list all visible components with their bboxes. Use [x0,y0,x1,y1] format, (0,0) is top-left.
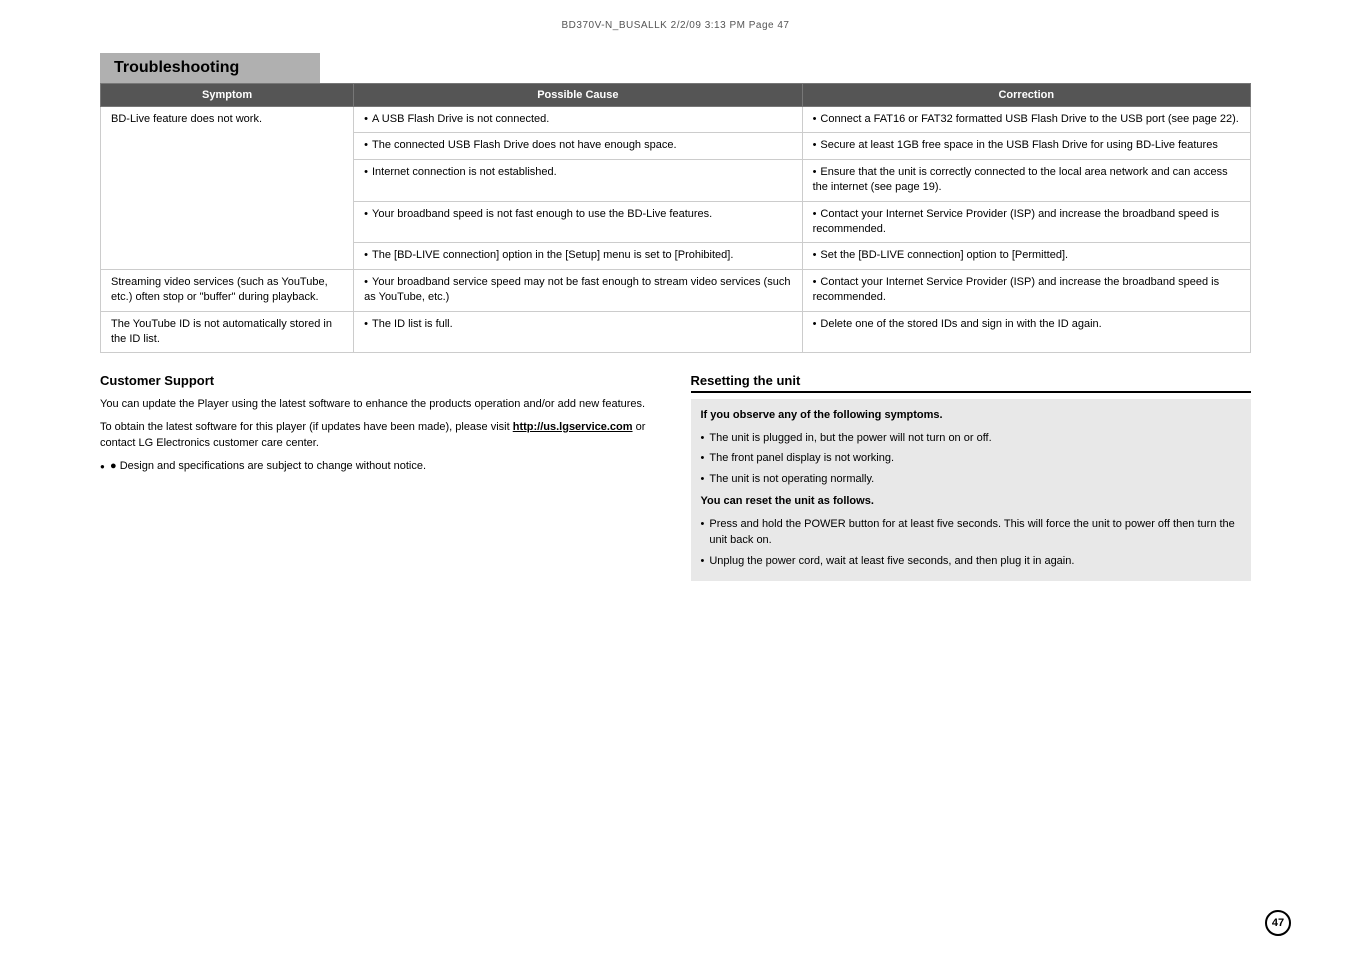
troubleshooting-section: Troubleshooting Symptom Possible Cause C… [100,53,1251,353]
table-row: The YouTube ID is not automatically stor… [101,311,1251,353]
lgservice-link[interactable]: http://us.lgservice.com [513,421,633,433]
cause-3-1: The ID list is full. [354,311,802,353]
symptom-2: Streaming video services (such as YouTub… [101,269,354,311]
table-row: BD-Live feature does not work. A USB Fla… [101,107,1251,133]
resetting-step-1: • Press and hold the POWER button for at… [701,516,1242,549]
cause-2-1: Your broadband service speed may not be … [354,269,802,311]
customer-support-p1: You can update the Player using the late… [100,396,661,413]
resetting-box: If you observe any of the following symp… [691,399,1252,581]
resetting-intro: If you observe any of the following symp… [701,407,1242,424]
symptom-3: The YouTube ID is not automatically stor… [101,311,354,353]
correction-1-1: Connect a FAT16 or FAT32 formatted USB F… [802,107,1250,133]
cause-1-2: The connected USB Flash Drive does not h… [354,133,802,159]
troubleshooting-title: Troubleshooting [100,53,320,83]
correction-1-2: Secure at least 1GB free space in the US… [802,133,1250,159]
customer-support-note: ● Design and specifications are subject … [100,458,661,475]
correction-1-3: Ensure that the unit is correctly connec… [802,159,1250,201]
correction-3-1: Delete one of the stored IDs and sign in… [802,311,1250,353]
col-symptom: Symptom [101,84,354,107]
resetting-step-2: • Unplug the power cord, wait at least f… [701,553,1242,570]
resetting-reset-bold: You can reset the unit as follows. [701,493,1242,510]
customer-support-title: Customer Support [100,373,661,388]
customer-support-p2-text: To obtain the latest software for this p… [100,421,513,433]
correction-1-4: Contact your Internet Service Provider (… [802,201,1250,243]
table-row: Streaming video services (such as YouTub… [101,269,1251,311]
customer-support-section: Customer Support You can update the Play… [100,373,661,581]
troubleshooting-table: Symptom Possible Cause Correction BD-Liv… [100,83,1251,353]
resetting-title: Resetting the unit [691,373,1252,393]
cause-1-1: A USB Flash Drive is not connected. [354,107,802,133]
correction-2-1: Contact your Internet Service Provider (… [802,269,1250,311]
cause-1-3: Internet connection is not established. [354,159,802,201]
page-number: 47 [1265,910,1291,936]
bottom-section: Customer Support You can update the Play… [100,373,1251,581]
col-correction: Correction [802,84,1250,107]
correction-1-5: Set the [BD-LIVE connection] option to [… [802,243,1250,269]
cause-1-5: The [BD-LIVE connection] option in the [… [354,243,802,269]
symptom-1: BD-Live feature does not work. [101,107,354,270]
customer-support-p2: To obtain the latest software for this p… [100,419,661,452]
resetting-symptom-3: • The unit is not operating normally. [701,471,1242,488]
resetting-section: Resetting the unit If you observe any of… [691,373,1252,581]
cause-1-4: Your broadband speed is not fast enough … [354,201,802,243]
page-header-meta: BD370V-N_BUSALLK 2/2/09 3:13 PM Page 47 [40,20,1311,31]
resetting-symptom-2: • The front panel display is not working… [701,450,1242,467]
col-cause: Possible Cause [354,84,802,107]
resetting-symptom-1: • The unit is plugged in, but the power … [701,430,1242,447]
